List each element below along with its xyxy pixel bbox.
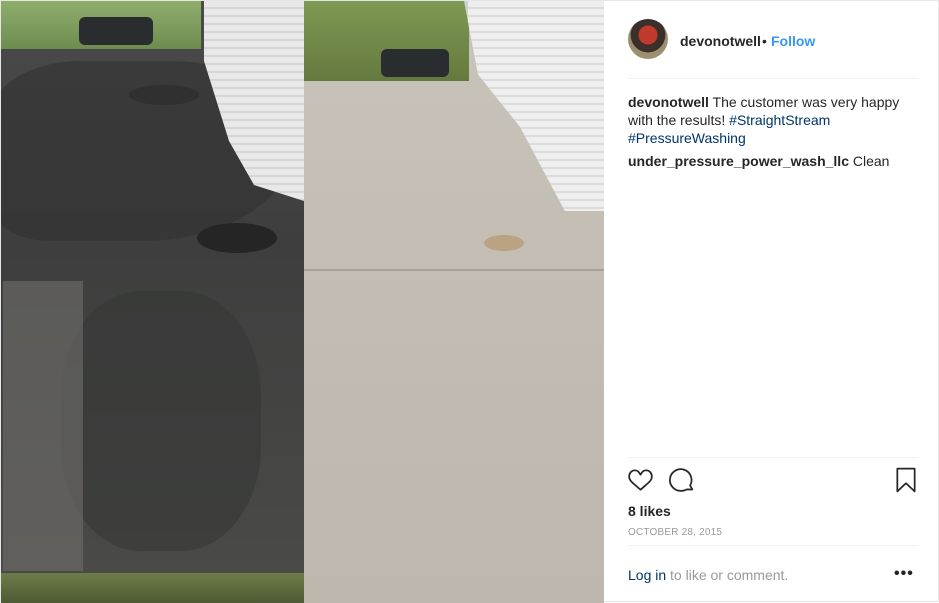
- comment-username[interactable]: under_pressure_power_wash_llc: [628, 153, 849, 169]
- login-prompt: Log in to like or comment.: [628, 567, 788, 583]
- login-prompt-text: to like or comment.: [666, 567, 789, 583]
- concrete-seam: [304, 269, 604, 271]
- pothole: [129, 85, 199, 105]
- rust-spot: [484, 235, 524, 251]
- storage-building: [464, 1, 604, 211]
- hashtag-link[interactable]: #StraightStream: [729, 112, 830, 128]
- divider: [627, 545, 918, 546]
- post-sidebar: devonotwell • Follow devonotwell The cus…: [604, 1, 939, 603]
- likes-count[interactable]: 8 likes: [628, 503, 671, 519]
- more-options-icon[interactable]: •••: [894, 565, 914, 583]
- hashtag-link[interactable]: #PressureWashing: [628, 130, 746, 146]
- comment-icon[interactable]: [668, 467, 695, 493]
- comment-item: under_pressure_power_wash_llc Clean: [628, 153, 918, 169]
- separator-dot: •: [762, 33, 767, 49]
- heart-icon[interactable]: [627, 467, 654, 493]
- login-link[interactable]: Log in: [628, 567, 666, 583]
- concrete-patch: [3, 281, 83, 571]
- pothole: [197, 223, 277, 253]
- dirt-stain: [61, 291, 261, 551]
- lawn-roller: [381, 49, 449, 77]
- avatar[interactable]: [628, 19, 668, 59]
- post-caption: devonotwell The customer was very happy …: [628, 93, 918, 147]
- photo-before: [1, 1, 304, 603]
- divider: [627, 78, 918, 79]
- divider: [627, 457, 918, 458]
- caption-username[interactable]: devonotwell: [628, 94, 709, 110]
- post-date: OCTOBER 28, 2015: [628, 527, 723, 538]
- post-header: devonotwell • Follow: [604, 1, 939, 79]
- grass-bottom-left: [1, 573, 304, 603]
- post-photo[interactable]: [1, 1, 604, 603]
- photo-after: [304, 1, 604, 603]
- follow-button[interactable]: Follow: [771, 33, 815, 49]
- comment-text: Clean: [852, 153, 890, 169]
- lawn-roller: [79, 17, 153, 45]
- author-username[interactable]: devonotwell: [680, 33, 761, 49]
- instagram-post: devonotwell • Follow devonotwell The cus…: [0, 0, 939, 603]
- bookmark-icon[interactable]: [894, 467, 918, 493]
